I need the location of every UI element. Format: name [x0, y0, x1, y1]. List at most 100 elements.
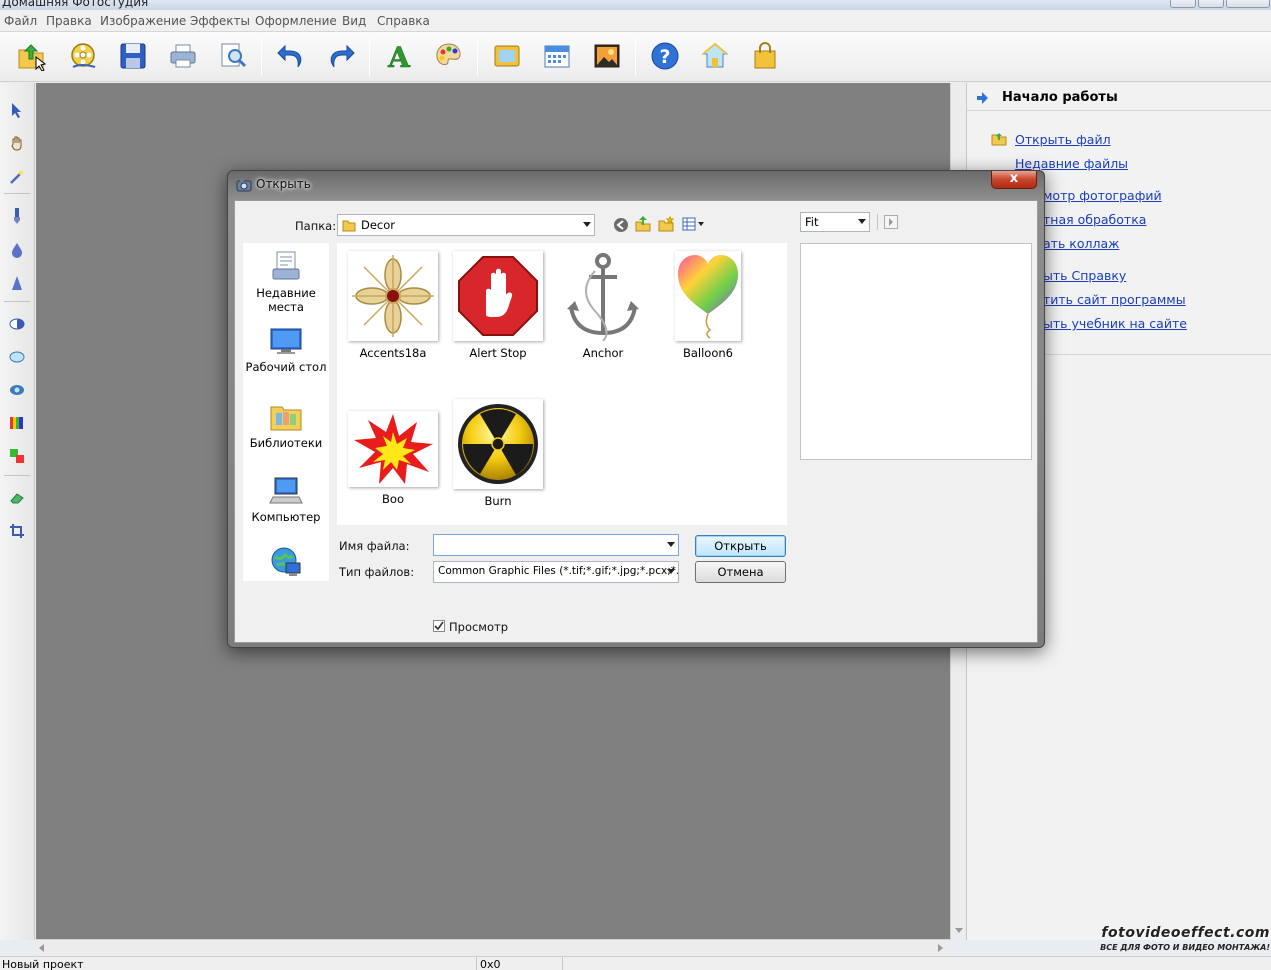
file-item[interactable]: Accents18a — [341, 251, 445, 360]
menu-design[interactable]: Оформление — [255, 14, 337, 28]
menu-view[interactable]: Вид — [342, 14, 366, 28]
text-icon[interactable]: A — [382, 39, 416, 73]
file-thumbnail — [558, 251, 648, 341]
preview-mode-dropdown[interactable]: Fit — [800, 212, 870, 232]
shopping-bag-icon[interactable] — [748, 39, 782, 73]
file-item[interactable]: Anchor — [551, 251, 655, 360]
file-item[interactable]: Balloon6 — [656, 251, 760, 360]
help-icon[interactable]: ? — [648, 39, 682, 73]
camera-icon — [236, 179, 252, 192]
link-batch-processing[interactable]: тная обработка — [1043, 212, 1146, 227]
toolbar: A ? — [0, 32, 1271, 82]
folder-dropdown[interactable]: Decor — [337, 214, 595, 236]
brush-tool-icon[interactable] — [7, 206, 27, 226]
hand-tool-icon[interactable] — [7, 133, 27, 153]
replace-color-icon[interactable] — [7, 446, 27, 466]
cancel-button[interactable]: Отмена — [695, 561, 786, 583]
file-item[interactable]: Boo — [341, 411, 445, 506]
ornament-icon — [352, 255, 434, 337]
file-name: Burn — [484, 494, 512, 508]
horizontal-scrollbar[interactable] — [36, 939, 950, 956]
filetype-dropdown[interactable]: Common Graphic Files (*.tif;*.gif;*.jpg;… — [433, 561, 679, 583]
view-menu-icon[interactable] — [682, 217, 706, 231]
window-title: Домашняя Фотостудия — [2, 0, 149, 9]
dialog-title: Открыть — [256, 177, 311, 191]
chevron-down-icon — [667, 542, 675, 547]
photo-effect-icon[interactable] — [590, 39, 624, 73]
file-name: Accents18a — [359, 346, 427, 360]
play-preview-icon[interactable] — [884, 215, 898, 229]
place-network[interactable] — [243, 545, 329, 582]
pointer-tool-icon[interactable] — [7, 100, 27, 120]
crop-tool-icon[interactable] — [7, 521, 27, 541]
palette-icon[interactable] — [432, 39, 466, 73]
link-make-collage[interactable]: ать коллаж — [1043, 236, 1119, 251]
tool-strip — [0, 83, 35, 940]
zoom-preview-icon[interactable] — [216, 39, 250, 73]
tool-separator — [4, 193, 30, 194]
link-open-file[interactable]: Открыть файл — [1015, 132, 1111, 147]
menu-file[interactable]: Файл — [4, 14, 37, 28]
chevron-down-icon — [583, 222, 591, 227]
scroll-right-icon — [938, 944, 943, 952]
eye-tool-icon[interactable] — [7, 380, 27, 400]
film-reel-icon[interactable] — [66, 39, 100, 73]
file-item[interactable]: Alert Stop — [446, 251, 550, 360]
up-folder-icon[interactable] — [635, 216, 651, 232]
place-computer[interactable]: Компьютер — [243, 475, 329, 524]
link-recent-files[interactable]: Недавние файлы — [1015, 156, 1128, 171]
place-desktop[interactable]: Рабочий стол — [243, 327, 329, 374]
svg-text:A: A — [387, 41, 411, 71]
minimize-button[interactable] — [1170, 0, 1196, 8]
frame-icon[interactable] — [490, 39, 524, 73]
back-icon[interactable] — [613, 217, 629, 233]
start-panel-header: Начало работы — [967, 83, 1271, 111]
menu-bar: Файл Правка Изображение Эффекты Оформлен… — [0, 10, 1271, 32]
drop-tool-icon[interactable] — [7, 240, 27, 260]
link-open-tutorial[interactable]: ыть учебник на сайте — [1043, 316, 1187, 331]
place-libraries-label: Библиотеки — [249, 436, 323, 450]
link-view-photos[interactable]: мотр фотографий — [1043, 188, 1162, 203]
toolbar-separator — [369, 38, 370, 76]
watermark-site: fotovideoeffect.com — [1101, 925, 1270, 941]
place-desktop-label: Рабочий стол — [245, 360, 327, 374]
open-file-icon[interactable] — [14, 39, 48, 73]
home-icon[interactable] — [698, 39, 732, 73]
eraser-tool-icon[interactable] — [7, 488, 27, 508]
link-visit-site[interactable]: тить сайт программы — [1043, 292, 1186, 307]
place-recent[interactable]: Недавние места — [243, 249, 329, 314]
file-name: Anchor — [582, 346, 624, 360]
contrast-tool-icon[interactable] — [7, 314, 27, 334]
toolbar-separator — [477, 38, 478, 76]
save-icon[interactable] — [116, 39, 150, 73]
filetype-value: Common Graphic Files (*.tif;*.gif;*.jpg;… — [438, 565, 679, 577]
menu-help[interactable]: Справка — [377, 14, 430, 28]
ellipse-tool-icon[interactable] — [7, 347, 27, 367]
preview-checkbox[interactable] — [433, 620, 445, 632]
desktop-icon — [270, 328, 302, 354]
redo-icon[interactable] — [324, 39, 358, 73]
file-thumbnail — [348, 411, 438, 487]
cone-tool-icon[interactable] — [7, 273, 27, 293]
close-window-button[interactable] — [1226, 0, 1270, 8]
menu-image[interactable]: Изображение — [100, 14, 186, 28]
magic-wand-icon[interactable] — [7, 167, 27, 187]
menu-edit[interactable]: Правка — [46, 14, 92, 28]
status-project: Новый проект — [2, 958, 84, 970]
undo-icon[interactable] — [274, 39, 308, 73]
calendar-icon[interactable] — [540, 39, 574, 73]
color-bars-icon[interactable] — [7, 413, 27, 433]
print-icon[interactable] — [166, 39, 200, 73]
maximize-button[interactable] — [1198, 0, 1224, 8]
status-divider — [476, 957, 477, 970]
dialog-close-button[interactable]: x — [991, 171, 1037, 189]
link-open-help[interactable]: ыть Справку — [1043, 268, 1126, 283]
file-item[interactable]: Burn — [446, 399, 550, 508]
open-button[interactable]: Открыть — [695, 535, 786, 557]
new-folder-icon[interactable] — [658, 216, 674, 232]
menu-effects[interactable]: Эффекты — [190, 14, 250, 28]
status-dimensions: 0x0 — [480, 958, 501, 970]
filename-input[interactable] — [433, 534, 679, 556]
computer-icon — [269, 477, 303, 504]
place-libraries[interactable]: Библиотеки — [243, 401, 329, 450]
